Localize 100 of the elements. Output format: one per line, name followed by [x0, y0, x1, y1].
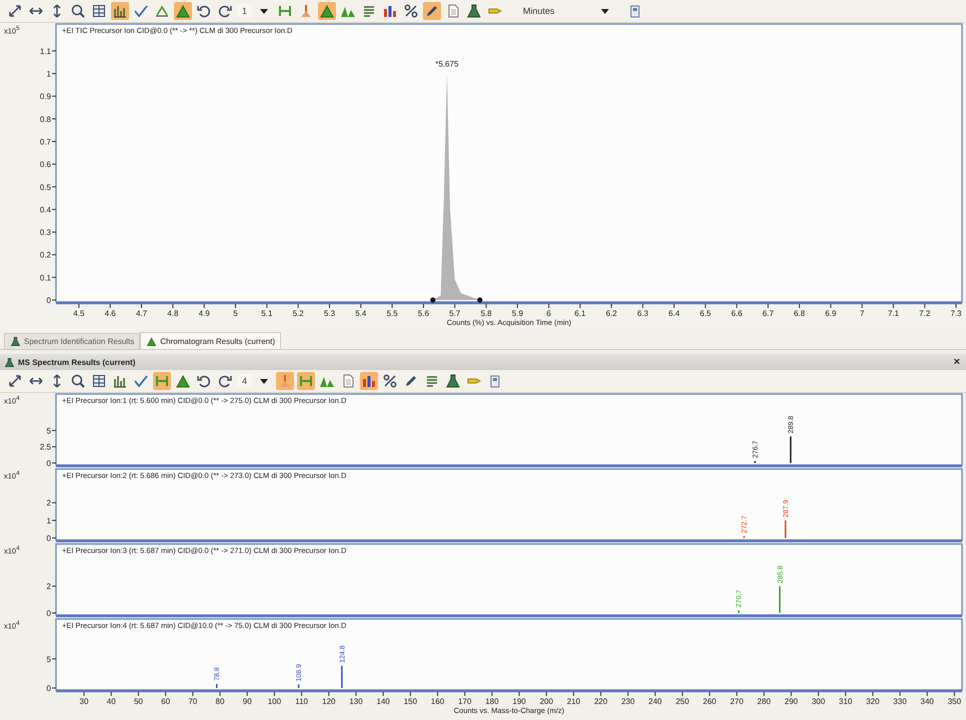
- zoom-icon: [70, 373, 86, 389]
- x-tick-label: 180: [485, 697, 499, 706]
- y-tick-label: 0.8: [40, 114, 51, 124]
- y-tick-label: 0.2: [40, 250, 51, 260]
- x-tick-label: 300: [812, 697, 826, 706]
- x-tick-label: 110: [295, 697, 308, 706]
- x-tick-label: 170: [458, 697, 472, 706]
- integration-point: [477, 297, 482, 303]
- peak-button[interactable]: [318, 2, 336, 20]
- y-tick-label: 2: [46, 582, 51, 592]
- x-tick-label: 310: [838, 697, 852, 706]
- x-tick-label: 4.7: [136, 309, 148, 318]
- x-tick-label: 5.7: [449, 309, 460, 318]
- result-tab[interactable]: Spectrum Identification Results: [4, 333, 140, 349]
- peak-icon: [175, 373, 191, 389]
- x-tick-label: 6.9: [825, 309, 836, 318]
- y-tick-label: 0: [46, 296, 51, 305]
- flask-button[interactable]: [465, 2, 484, 20]
- x-tick-label: 210: [566, 697, 580, 706]
- integration-point: [430, 297, 436, 303]
- x-tick-label: 4.9: [198, 309, 210, 318]
- count-field[interactable]: 4: [237, 374, 252, 388]
- flask-icon: [10, 336, 21, 347]
- move-icon: [7, 3, 23, 19]
- y-tick-label: 0.3: [40, 228, 51, 238]
- percent-button[interactable]: [381, 372, 400, 390]
- peak-label: *5.675: [435, 60, 459, 69]
- count-field[interactable]: 1: [237, 4, 252, 18]
- units-dropdown[interactable]: Minutes: [515, 4, 616, 18]
- baseline-icon: [154, 3, 170, 19]
- x-tick-label: 230: [621, 697, 635, 706]
- y-tick-label: 0: [46, 534, 51, 543]
- x-tick-label: 5.5: [386, 309, 398, 318]
- marker-button[interactable]: [276, 372, 294, 390]
- redo-icon: [217, 3, 233, 19]
- y-tick-label: 1: [46, 516, 51, 526]
- x-tick-label: 6.2: [606, 309, 617, 318]
- x-tick-label: 270: [730, 697, 744, 706]
- x-tick-label: 120: [322, 697, 336, 706]
- y-tick-label: 2: [46, 498, 51, 508]
- x-tick-label: 200: [540, 697, 554, 706]
- y-tick-label: 0: [46, 609, 51, 618]
- flask-icon: [445, 373, 462, 389]
- x-tick-label: 350: [948, 697, 962, 706]
- percent-button[interactable]: [402, 2, 420, 20]
- x-tick-label: 5.4: [355, 309, 366, 318]
- grid-button[interactable]: [90, 372, 108, 390]
- undo-icon: [196, 373, 212, 389]
- bars-icon: [382, 3, 398, 19]
- x-tick-label: 4.8: [167, 309, 178, 318]
- y-tick-label: 0: [46, 684, 51, 693]
- x-tick-label: 340: [920, 697, 934, 706]
- x-tick-label: 150: [404, 697, 418, 706]
- x-tick-label: 40: [106, 697, 116, 706]
- spectrum-icon: [112, 3, 128, 19]
- x-tick-label: 7: [860, 309, 864, 318]
- close-button[interactable]: ×: [952, 356, 962, 368]
- grid-icon: [91, 3, 107, 19]
- x-tick-label: 80: [216, 697, 224, 706]
- x-tick-label: 130: [349, 697, 363, 706]
- y-tick-label: 0.1: [40, 273, 51, 282]
- y-tick-label: 0.6: [40, 160, 51, 170]
- y-tick-label: 1: [46, 70, 51, 79]
- y-tick-label: 0.5: [40, 182, 51, 192]
- y-tick-label: 0.7: [40, 138, 51, 146]
- spectrum-button[interactable]: [111, 2, 129, 20]
- x-tick-label: 90: [242, 697, 252, 706]
- flask-button[interactable]: [444, 372, 462, 390]
- x-tick-label: 5.8: [480, 309, 492, 318]
- flask-icon: [466, 3, 482, 19]
- x-tick-label: 320: [866, 697, 880, 706]
- x-tick-label: 7.2: [919, 309, 930, 318]
- x-tick-label: 6.6: [731, 309, 742, 318]
- x-tick-label: 140: [376, 697, 390, 706]
- panel-title: MS Spectrum Results (current): [18, 358, 136, 366]
- y-tick-label: 0: [46, 459, 51, 468]
- x-tick-label: 5: [233, 309, 238, 318]
- zoom-button[interactable]: [69, 2, 87, 20]
- x-tick-label: 5.2: [292, 309, 304, 318]
- x-tick-label: 7.3: [950, 309, 962, 318]
- x-tick-label: 280: [757, 697, 771, 706]
- x-tick-label: 6: [546, 309, 552, 318]
- range-button[interactable]: [297, 372, 316, 390]
- bars-button[interactable]: [360, 372, 378, 390]
- pencil-button[interactable]: [423, 2, 442, 20]
- x-tick-label: 6.4: [668, 309, 680, 318]
- x-tick-label: 7.1: [888, 309, 899, 318]
- result-tab[interactable]: Chromatogram Results (current): [140, 332, 281, 349]
- x-tick-label: 5.1: [261, 309, 272, 318]
- x-tick-label: 70: [188, 697, 198, 706]
- move-icon: [7, 373, 23, 389]
- grid-button[interactable]: [90, 2, 108, 20]
- y-tick-label: 2.5: [40, 442, 51, 452]
- x-tick-label: 330: [893, 697, 907, 706]
- zoom-button[interactable]: [69, 372, 87, 390]
- peak-icon: [319, 3, 336, 19]
- x-tick-label: 5.3: [324, 309, 336, 318]
- peak-button[interactable]: [174, 2, 192, 20]
- x-tick-label: 240: [648, 697, 662, 706]
- y-tick-label: 5: [46, 426, 51, 436]
